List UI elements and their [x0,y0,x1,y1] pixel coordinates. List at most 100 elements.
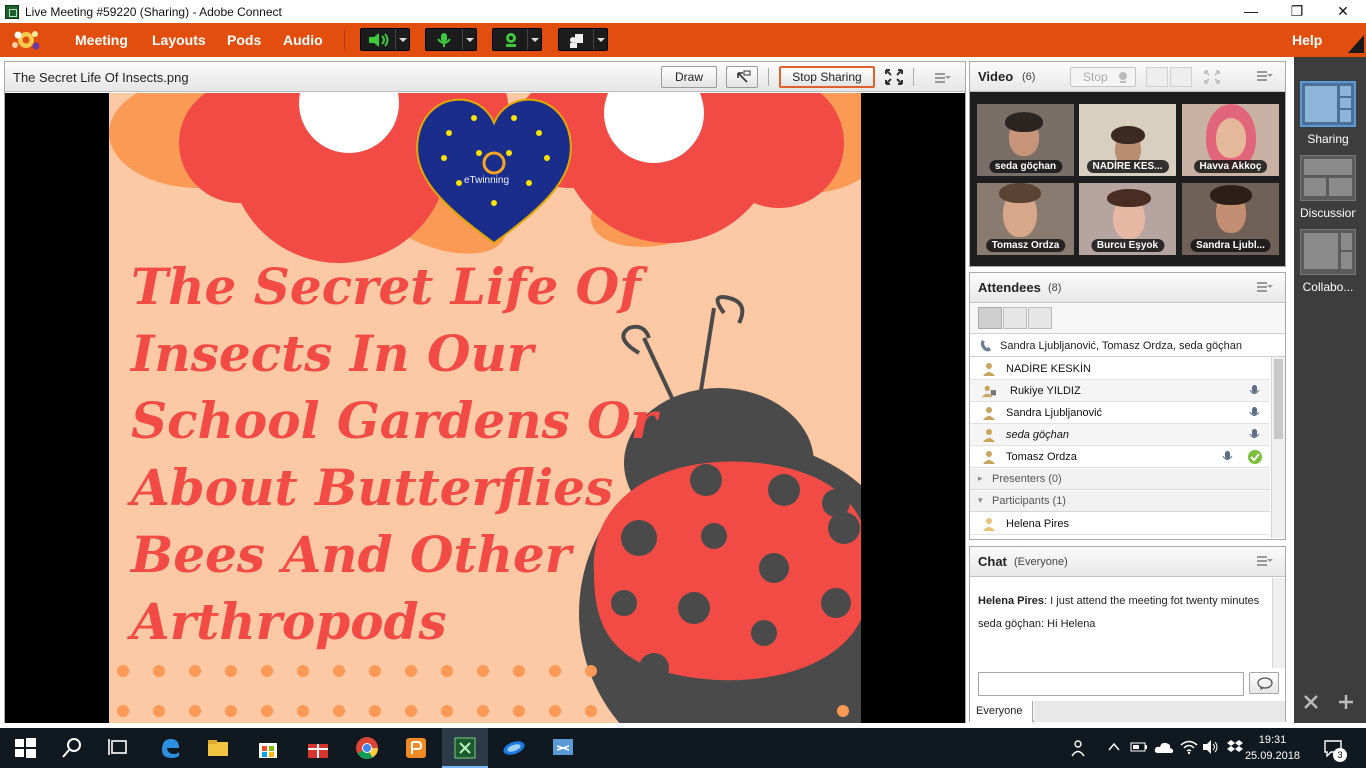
add-layout-icon[interactable] [1337,693,1355,711]
people-icon[interactable] [1070,739,1088,757]
close-button[interactable]: ✕ [1320,0,1366,23]
video-count: (6) [1022,71,1036,83]
attendee-view-toolbar [970,304,1285,334]
slide-heading-line: Arthropods [131,592,447,651]
attendees-scrollbar[interactable] [1271,357,1285,538]
snipping-tool-icon[interactable] [551,736,575,760]
presentation-app-icon[interactable] [404,736,428,760]
chat-input[interactable] [978,672,1244,696]
chevron-up-icon[interactable] [1107,740,1121,754]
stop-video-label: Stop [1083,70,1108,84]
menu-layouts[interactable]: Layouts [152,23,206,57]
menu-meeting[interactable]: Meeting [75,23,128,57]
stop-sharing-button[interactable]: Stop Sharing [779,66,875,88]
battery-icon[interactable] [1130,740,1148,754]
raise-hand-icon [570,34,583,48]
chat-tab-everyone[interactable]: Everyone [970,701,1033,722]
attendee-row[interactable]: Tomasz Ordza [970,446,1270,468]
attendee-row[interactable]: NADİRE KESKİN [970,358,1270,380]
presenters-group-label: Presenters (0) [992,473,1062,485]
active-speakers-bar: Sandra Ljubljanović, Tomasz Ordza, seda … [970,335,1285,357]
attendees-scrollbar-thumb[interactable] [1274,359,1283,439]
edge-browser-icon[interactable] [158,736,182,760]
system-clock[interactable]: 19:31 25.09.2018 [1245,732,1300,764]
wifi-icon[interactable] [1180,739,1198,755]
stop-video-button[interactable]: Stop [1070,67,1136,87]
share-pod-header: The Secret Life Of Insects.png Draw Stop… [5,62,965,92]
breakout-view-icon[interactable] [1003,307,1027,329]
minimize-button[interactable]: — [1228,0,1274,23]
attendee-row[interactable]: seda göçhan [970,424,1270,446]
gift-app-icon[interactable] [306,736,330,760]
webcam-dropdown-arrow[interactable] [527,29,541,50]
speaker-dropdown-arrow[interactable] [395,29,409,50]
menu-audio[interactable]: Audio [283,23,323,57]
video-tile-name: seda göçhan [988,160,1063,173]
layout-sharing[interactable]: Sharing [1300,81,1356,146]
maximize-button[interactable]: ❐ [1274,0,1320,23]
participants-group[interactable]: ▾ Participants (1) [970,491,1270,512]
status-button[interactable] [558,28,608,51]
send-message-button[interactable] [1249,672,1279,694]
participant-row[interactable]: Helena Pires [970,513,1270,535]
video-tile[interactable]: Sandra Ljubl... [1182,183,1279,255]
list-view-icon[interactable] [978,307,1002,329]
chat-message: Helena Pires: I just attend the meeting … [978,595,1260,607]
layout-collaboration[interactable]: Collabo... [1300,229,1356,294]
microphone-active-icon [1249,385,1260,394]
menu-pods[interactable]: Pods [227,23,261,57]
window-title: Live Meeting #59220 (Sharing) - Adobe Co… [25,4,282,19]
layout-discussion-thumbnail [1300,155,1356,201]
presenters-group[interactable]: ▸ Presenters (0) [970,469,1270,490]
participants-group-label: Participants (1) [992,495,1066,507]
volume-icon[interactable] [1202,739,1220,755]
video-tile[interactable]: NADİRE KES... [1079,104,1176,176]
file-explorer-icon[interactable] [206,736,230,760]
resize-corner-icon [1348,35,1364,53]
chrome-icon[interactable] [355,736,379,760]
video-tile-name: Sandra Ljubl... [1190,239,1271,252]
store-icon[interactable] [256,736,280,760]
sync-button[interactable] [726,66,758,88]
chat-sender: Helena Pires [978,595,1045,607]
task-view-icon[interactable] [107,736,131,760]
share-pod-options-menu[interactable] [935,73,951,83]
menu-help[interactable]: Help [1292,23,1322,57]
video-tile[interactable]: Burcu Eşyok [1079,183,1176,255]
filmstrip-view-icon[interactable] [1146,67,1168,87]
webcam-small-icon [1119,72,1127,83]
etwinning-logo-text: eTwinning [464,175,510,186]
expanded-arrow-icon: ▾ [978,495,983,505]
pointer-app-icon[interactable] [502,736,526,760]
video-tile[interactable]: seda göçhan [977,104,1074,176]
video-pod-options-menu[interactable] [1257,71,1273,81]
webcam-toggle-button[interactable] [492,28,542,51]
status-dropdown-arrow[interactable] [593,29,607,50]
active-speakers-text: Sandra Ljubljanović, Tomasz Ordza, seda … [1000,340,1242,352]
attendees-pod-options-menu[interactable] [1257,282,1273,292]
microphone-dropdown-arrow[interactable] [462,29,476,50]
draw-button[interactable]: Draw [661,66,717,88]
windows-start-icon[interactable] [13,736,37,760]
window-title-bar: Live Meeting #59220 (Sharing) - Adobe Co… [0,0,1366,23]
video-tile[interactable]: Havva Akkoç [1182,104,1279,176]
clock-date: 25.09.2018 [1244,750,1300,762]
video-tile[interactable]: Tomasz Ordza [977,183,1074,255]
onedrive-cloud-icon[interactable] [1154,739,1174,755]
chat-pod-options-menu[interactable] [1257,556,1273,566]
adobe-connect-taskbar-button[interactable] [442,728,488,768]
speaker-toggle-button[interactable] [360,28,410,51]
single-view-icon[interactable] [1170,67,1192,87]
video-fullscreen-icon[interactable] [1204,70,1220,84]
fullscreen-icon[interactable] [885,69,903,85]
chat-scrollbar[interactable] [1272,578,1285,668]
dropbox-icon[interactable] [1226,739,1244,755]
attendee-row[interactable]: Rukiye YILDIZ [970,380,1270,402]
tools-icon[interactable] [1302,693,1320,711]
attendee-name: Rukiye YILDIZ [1010,385,1081,397]
status-view-icon[interactable] [1028,307,1052,329]
attendee-row[interactable]: Sandra Ljubljanović [970,402,1270,424]
search-icon[interactable] [60,736,84,760]
layout-discussion[interactable]: Discussion [1300,155,1356,220]
microphone-toggle-button[interactable] [425,28,477,51]
